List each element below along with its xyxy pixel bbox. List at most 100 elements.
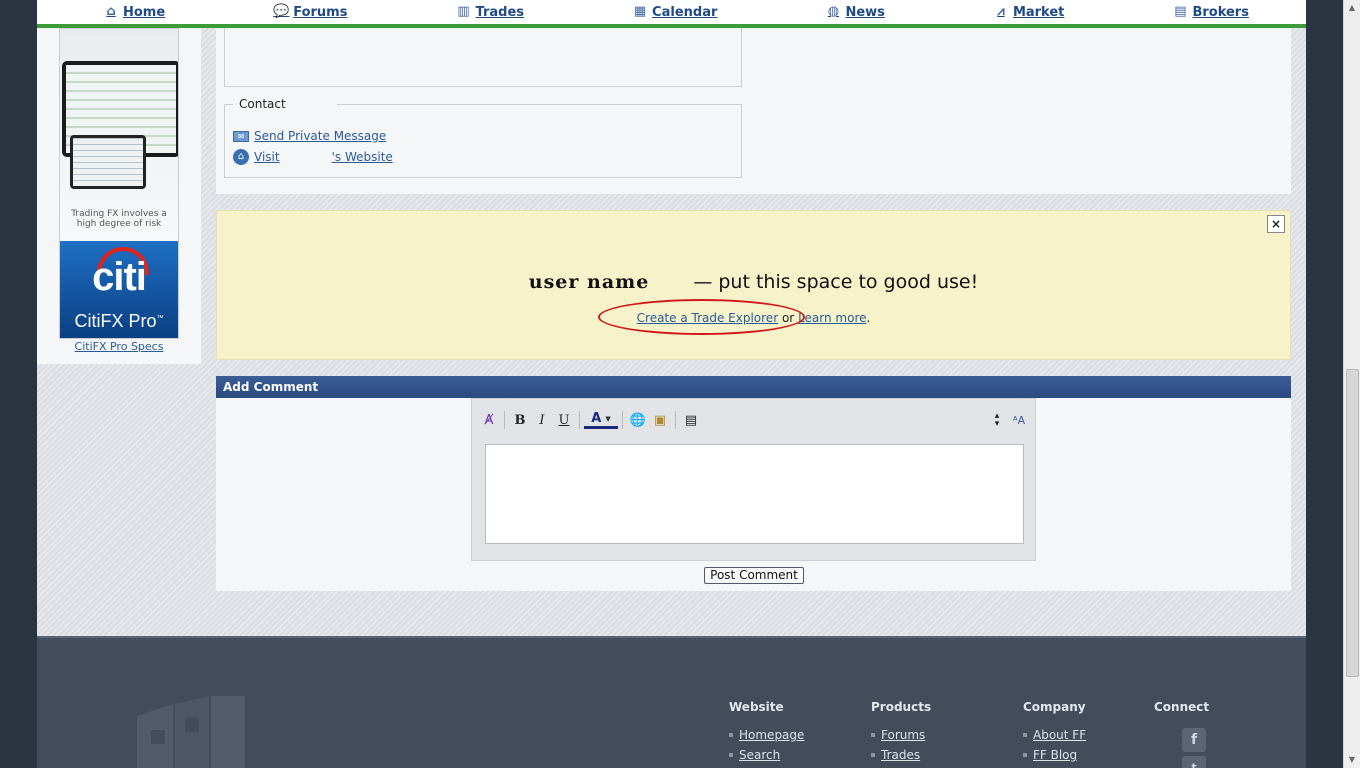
profile-panel: Contact ✉ Send Private Message ⌂ Visit's… [216,28,1291,194]
underline-icon[interactable]: U [553,409,575,431]
promo-or: or [781,311,795,325]
footer-col-website: Website Homepage Search [729,700,804,768]
footer-blog-link[interactable]: FF Blog [1033,748,1077,762]
news-icon: ◍ [827,4,840,19]
footer-col-title: Website [729,700,784,714]
bold-icon[interactable]: B [509,409,531,431]
nav-market[interactable]: ⩘ Market [993,5,1064,20]
ad-risk-warning: Trading FX involves a high degree of ris… [71,209,167,229]
comment-editor: Ⱥ B I U A ▼ 🌐 ▣ ▤ ▴ ▾ ᴬA [471,398,1036,561]
calendar-icon: ▦ [633,4,647,19]
text-color-icon[interactable]: A ▼ [584,411,618,429]
editor-toolbar: Ⱥ B I U A ▼ 🌐 ▣ ▤ ▴ ▾ ᴬA [478,407,1030,433]
toolbar-separator [504,411,505,429]
comment-textarea[interactable] [485,444,1024,544]
market-icon: ⩘ [997,4,1005,19]
promo-username: user name [528,271,650,293]
footer-link-item: Homepage [729,728,804,742]
remove-format-icon[interactable]: Ⱥ [478,409,500,431]
citi-wordmark: citi [92,255,147,299]
envelope-icon: ✉ [233,130,249,142]
footer-link-item: Trades [871,748,931,762]
forums-icon: 💬 [273,4,290,19]
promo-headline-tail: — put this space to good use! [693,271,979,293]
footer-homepage-link[interactable]: Homepage [739,728,804,742]
contact-box: Contact ✉ Send Private Message ⌂ Visit's… [224,97,742,178]
page-scrollbar[interactable]: ▲ ▼ [1343,0,1360,768]
nav-market-label: Market [1012,4,1065,20]
website-home-icon: ⌂ [233,149,249,165]
brokers-icon: ▤ [1174,4,1187,19]
toggle-source-icon[interactable]: ᴬA [1008,409,1030,431]
footer-col-connect: Connect f t [1154,700,1209,768]
nav-calendar[interactable]: ▦ Calendar [632,4,718,20]
footer-col-title: Connect [1154,700,1210,714]
add-comment-header: Add Comment [216,376,1291,398]
send-message-row: ✉ Send Private Message [233,129,386,143]
forexfactory-logo-icon [137,696,245,768]
toolbar-separator [579,411,580,429]
twitter-icon[interactable]: t [1182,756,1206,768]
sidebar-ad[interactable]: Trading FX involves a high degree of ris… [59,28,179,339]
ad-device-image: Trading FX involves a high degree of ris… [60,29,178,241]
visit-website-link[interactable]: Visit's Website [254,150,393,164]
italic-icon[interactable]: I [531,409,553,431]
footer-col-title: Products [871,700,932,714]
footer: Website Homepage Search Products Forums … [37,636,1306,768]
profile-info-box [224,28,742,87]
resize-toggle-icon[interactable]: ▴ ▾ [986,409,1008,431]
promo-actions: Create a Trade Explorer or Learn more. [217,311,1290,325]
footer-link-item: Forums [871,728,931,742]
footer-trades-link[interactable]: Trades [881,748,920,762]
ad-tablet [70,135,146,189]
promo-period: . [866,311,871,325]
contact-legend: Contact [233,97,337,111]
footer-link-item: FF Blog [1023,748,1086,762]
post-comment-button[interactable]: Post Comment [704,567,804,584]
create-trade-explorer-link[interactable]: Create a Trade Explorer [637,311,779,325]
facebook-icon[interactable]: f [1182,728,1206,752]
nav-forums[interactable]: 💬 Forums [273,5,347,20]
footer-search-link[interactable]: Search [739,748,780,762]
left-sidebar: Trading FX involves a high degree of ris… [37,28,201,364]
close-icon[interactable]: × [1267,215,1285,233]
quote-icon[interactable]: ▤ [680,409,702,431]
insert-link-icon[interactable]: 🌐 [627,409,649,431]
add-comment-panel: Add Comment Ⱥ B I U A ▼ 🌐 ▣ ▤ ▴▾ ᴬA Pos [216,376,1291,591]
footer-col-company: Company About FF FF Blog [1023,700,1086,768]
nav-forums-label: Forums [293,4,348,20]
nav-calendar-label: Calendar [652,4,718,20]
trades-icon: ▥ [457,4,470,19]
nav-home-label: Home [123,4,166,20]
toolbar-separator [675,411,676,429]
footer-link-item: Search [729,748,804,762]
nav-brokers[interactable]: ▤ Brokers [1172,5,1249,20]
trade-explorer-promo: × user name — put this space to good use!… [216,210,1291,360]
top-nav: ⌂ Home 💬 Forums ▥ Trades ▦ Calendar ◍ News ⩘ M… [37,0,1306,28]
footer-col-title: Company [1023,700,1086,714]
footer-col-products: Products Forums Trades [871,700,931,768]
citi-logo: citi CitiFX Pro™ [60,241,178,338]
citifx-pro-wordmark: CitiFX Pro™ [74,311,164,331]
scroll-down-icon[interactable]: ▼ [1344,752,1360,768]
home-icon: ⌂ [106,4,116,19]
visit-website-row: ⌂ Visit's Website [233,149,393,165]
nav-news[interactable]: ◍ News [825,4,885,20]
toolbar-separator [622,411,623,429]
nav-brokers-label: Brokers [1192,4,1249,20]
nav-trades[interactable]: ▥ Trades [456,5,524,20]
send-private-message-link[interactable]: Send Private Message [254,129,386,143]
citifx-specs-link[interactable]: CitiFX Pro Specs [59,340,179,353]
page: ⌂ Home 💬 Forums ▥ Trades ▦ Calendar ◍ News ⩘ M… [37,0,1306,768]
nav-trades-label: Trades [475,4,524,20]
footer-about-link[interactable]: About FF [1033,728,1086,742]
nav-news-label: News [845,4,885,20]
footer-link-item: About FF [1023,728,1086,742]
promo-headline: user name — put this space to good use! [217,271,1290,293]
scrollbar-thumb[interactable] [1346,369,1359,677]
scroll-up-icon[interactable]: ▲ [1344,0,1360,16]
insert-image-icon[interactable]: ▣ [649,409,671,431]
nav-home[interactable]: ⌂ Home [103,5,165,20]
learn-more-link[interactable]: Learn more [798,311,866,325]
footer-forums-link[interactable]: Forums [881,728,925,742]
